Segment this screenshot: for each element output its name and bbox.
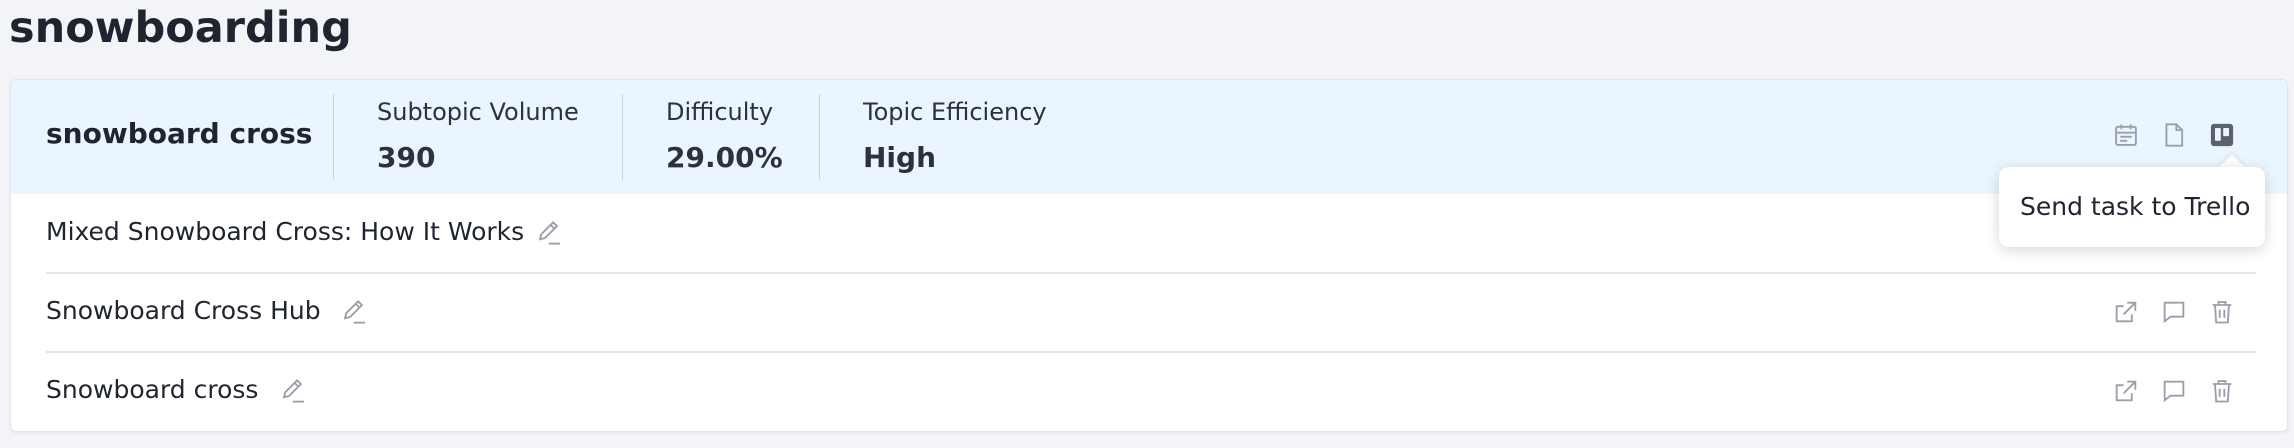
- topic-name: snowboard cross: [46, 117, 313, 150]
- trash-icon[interactable]: [2205, 295, 2239, 329]
- external-link-icon[interactable]: [2109, 295, 2143, 329]
- metric-difficulty: Difficulty 29.00%: [666, 94, 783, 178]
- metric-value: 29.00%: [666, 141, 783, 174]
- page-title: snowboarding: [9, 3, 352, 53]
- trello-tooltip: Send task to Trello: [1999, 167, 2265, 247]
- topic-card: snowboard cross Subtopic Volume 390 Diff…: [10, 79, 2288, 432]
- metric-value: High: [863, 141, 937, 174]
- topic-header: snowboard cross Subtopic Volume 390 Diff…: [11, 80, 2287, 194]
- comment-icon[interactable]: [2157, 295, 2191, 329]
- calendar-icon[interactable]: [2109, 118, 2143, 152]
- list-item: Mixed Snowboard Cross: How It Works: [46, 194, 2256, 272]
- metric-subtopic-volume: Subtopic Volume 390: [377, 94, 579, 178]
- metric-label: Subtopic Volume: [377, 98, 579, 126]
- edit-icon[interactable]: [277, 374, 311, 408]
- header-divider: [622, 94, 623, 180]
- tooltip-text: Send task to Trello: [2020, 192, 2251, 221]
- header-divider: [333, 94, 334, 180]
- metric-label: Topic Efficiency: [863, 98, 1047, 126]
- metric-topic-efficiency: Topic Efficiency High: [863, 94, 1047, 178]
- list-item: Snowboard Cross Hub: [46, 273, 2256, 351]
- metric-label: Difficulty: [666, 98, 774, 126]
- header-divider: [819, 94, 820, 180]
- trello-icon[interactable]: [2205, 118, 2239, 152]
- edit-icon[interactable]: [533, 216, 567, 250]
- list-item: Snowboard cross: [46, 352, 2256, 430]
- comment-icon[interactable]: [2157, 374, 2191, 408]
- edit-icon[interactable]: [338, 295, 372, 329]
- document-icon[interactable]: [2157, 118, 2191, 152]
- subtopic-title: Mixed Snowboard Cross: How It Works: [46, 217, 525, 246]
- subtopic-title: Snowboard cross: [46, 375, 259, 404]
- external-link-icon[interactable]: [2109, 374, 2143, 408]
- subtopic-title: Snowboard Cross Hub: [46, 296, 321, 325]
- metric-value: 390: [377, 141, 436, 174]
- trash-icon[interactable]: [2205, 374, 2239, 408]
